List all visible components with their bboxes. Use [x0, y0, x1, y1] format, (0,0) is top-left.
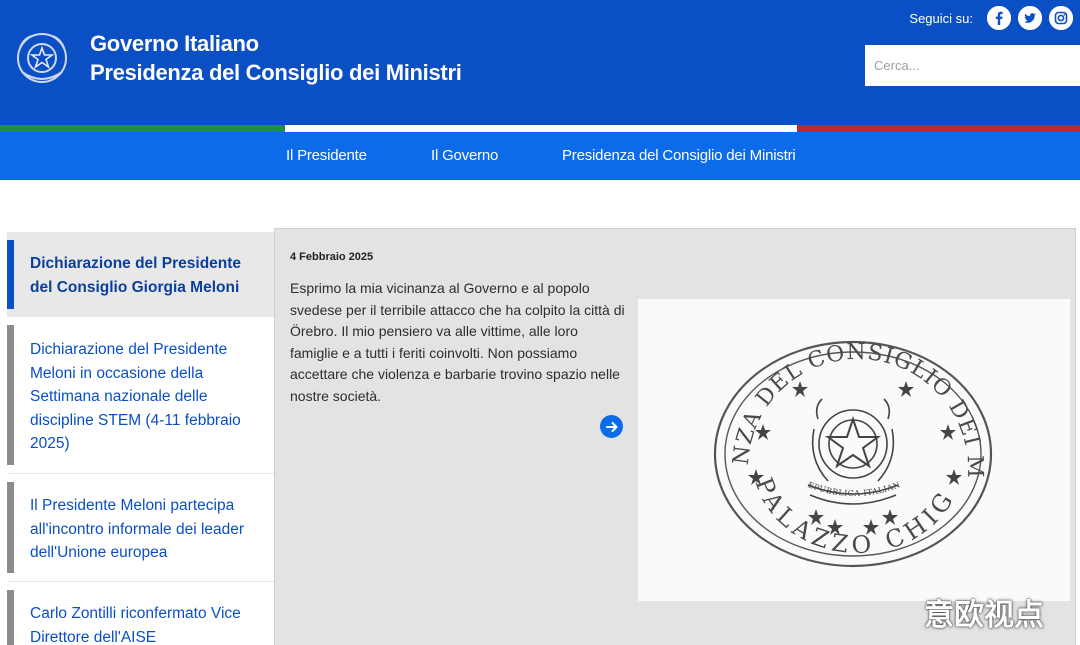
tricolor-band [0, 125, 1080, 132]
instagram-icon[interactable] [1049, 6, 1073, 30]
emblem-icon[interactable] [12, 26, 72, 90]
site-header: Governo Italiano Presidenza del Consigli… [0, 0, 1080, 125]
article-date: 4 Febbraio 2025 [290, 251, 374, 263]
read-more-arrow-icon[interactable] [600, 415, 623, 438]
palazzo-chigi-seal-icon: PRESIDENZA DEL CONSIGLIO DEI MINISTRI PA… [628, 277, 993, 568]
sidebar-item-label[interactable]: Dichiarazione del Presidente del Consigl… [30, 252, 262, 299]
follow-label: Seguici su: [909, 10, 973, 26]
sidebar-item[interactable]: Dichiarazione del Presidente del Consigl… [7, 232, 274, 316]
sidebar-item-label[interactable]: Il Presidente Meloni partecipa all'incon… [30, 494, 262, 565]
svg-text:PALAZZO CHIGI: PALAZZO CHIGI [638, 299, 961, 559]
twitter-icon[interactable] [1018, 6, 1042, 30]
site-title-line2[interactable]: Presidenza del Consiglio dei Ministri [90, 58, 462, 88]
sidebar-item[interactable]: Carlo Zontilli riconfermato Vice Diretto… [7, 581, 274, 645]
watermark-text: 意欧视点 [924, 598, 1044, 633]
article-card: 4 Febbraio 2025 Esprimo la mia vicinanza… [274, 228, 1076, 645]
social-links: Seguici su: [909, 5, 1080, 31]
seal-image: PRESIDENZA DEL CONSIGLIO DEI MINISTRI PA… [628, 277, 1070, 601]
nav-item-il-governo[interactable]: Il Governo [431, 132, 498, 180]
article-text: Esprimo la mia vicinanza al Governo e al… [290, 280, 625, 404]
sidebar-item[interactable]: Dichiarazione del Presidente Meloni in o… [7, 316, 274, 473]
search-input[interactable] [865, 45, 1080, 86]
sidebar-item-label[interactable]: Dichiarazione del Presidente Meloni in o… [30, 338, 262, 456]
site-title[interactable]: Governo Italiano Presidenza del Consigli… [90, 30, 462, 88]
main-nav: Il Presidente Il Governo Presidenza del … [0, 132, 1080, 180]
news-sidebar: Dichiarazione del Presidente del Consigl… [7, 232, 274, 645]
sidebar-item[interactable]: Il Presidente Meloni partecipa all'incon… [7, 473, 274, 581]
facebook-icon[interactable] [987, 6, 1011, 30]
nav-item-presidenza[interactable]: Presidenza del Consiglio dei Ministri [562, 132, 796, 180]
site-title-line1[interactable]: Governo Italiano [90, 30, 462, 58]
nav-item-il-presidente[interactable]: Il Presidente [286, 132, 367, 180]
sidebar-item-label[interactable]: Carlo Zontilli riconfermato Vice Diretto… [30, 602, 262, 645]
